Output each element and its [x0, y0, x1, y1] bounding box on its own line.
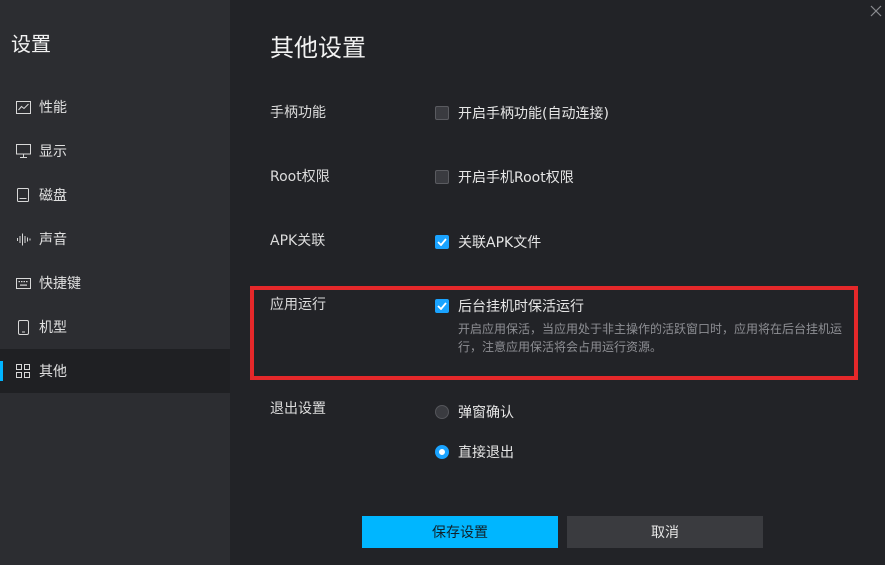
sidebar-item-label: 性能	[39, 100, 67, 116]
sidebar-item-label: 其他	[39, 364, 67, 380]
keyboard-icon	[15, 275, 31, 291]
root-option-label: 开启手机Root权限	[458, 170, 574, 186]
sidebar-item-other[interactable]: 其他	[0, 349, 230, 393]
sidebar-nav: 性能 显示 磁盘 声音 快捷键 机型 其他	[0, 85, 230, 393]
settings-window: 设置 性能 显示 磁盘 声音 快捷键 机型 其他 其他设置 手柄功能 开启手柄功…	[0, 0, 885, 565]
checkbox-box[interactable]	[435, 106, 449, 120]
sidebar-item-label: 声音	[39, 232, 67, 248]
radio-button[interactable]	[435, 445, 449, 459]
gamepad-option-label: 开启手柄功能(自动连接)	[458, 106, 609, 122]
sidebar-item-shortcuts[interactable]: 快捷键	[0, 261, 230, 305]
root-label: Root权限	[270, 169, 330, 185]
exit-option-direct[interactable]: 直接退出	[435, 442, 514, 462]
radio-button[interactable]	[435, 405, 449, 419]
exit-label: 退出设置	[270, 401, 326, 417]
apk-label: APK关联	[270, 233, 326, 249]
exit-option-label: 弹窗确认	[458, 405, 514, 421]
sidebar: 设置 性能 显示 磁盘 声音 快捷键 机型 其他	[0, 0, 230, 565]
close-button[interactable]	[867, 2, 885, 20]
apk-checkbox[interactable]: 关联APK文件	[435, 232, 541, 252]
monitor-icon	[15, 143, 31, 159]
apk-option-label: 关联APK文件	[458, 235, 542, 251]
sidebar-item-sound[interactable]: 声音	[0, 217, 230, 261]
checkmark-icon	[437, 238, 447, 246]
grid-icon	[15, 363, 31, 379]
cancel-button[interactable]: 取消	[567, 516, 763, 548]
gamepad-label: 手柄功能	[270, 105, 326, 121]
close-icon	[870, 2, 882, 21]
sidebar-item-label: 快捷键	[39, 276, 81, 292]
sound-wave-icon	[15, 231, 31, 247]
disk-icon	[15, 187, 31, 203]
sidebar-item-label: 磁盘	[39, 188, 67, 204]
sidebar-item-performance[interactable]: 性能	[0, 85, 230, 129]
exit-option-confirm[interactable]: 弹窗确认	[435, 402, 514, 422]
gamepad-checkbox[interactable]: 开启手柄功能(自动连接)	[435, 103, 609, 123]
page-title: 其他设置	[270, 34, 366, 62]
checkbox-box[interactable]	[435, 170, 449, 184]
sidebar-item-label: 机型	[39, 320, 67, 336]
sidebar-title: 设置	[11, 32, 51, 56]
checkbox-box[interactable]	[435, 235, 449, 249]
phone-icon	[15, 319, 31, 335]
save-button[interactable]: 保存设置	[362, 516, 558, 548]
sidebar-item-device-model[interactable]: 机型	[0, 305, 230, 349]
sidebar-item-label: 显示	[39, 144, 67, 160]
chart-icon	[15, 99, 31, 115]
sidebar-item-disk[interactable]: 磁盘	[0, 173, 230, 217]
exit-option-label: 直接退出	[458, 445, 514, 461]
highlight-box	[250, 286, 858, 380]
root-checkbox[interactable]: 开启手机Root权限	[435, 167, 574, 187]
sidebar-item-display[interactable]: 显示	[0, 129, 230, 173]
